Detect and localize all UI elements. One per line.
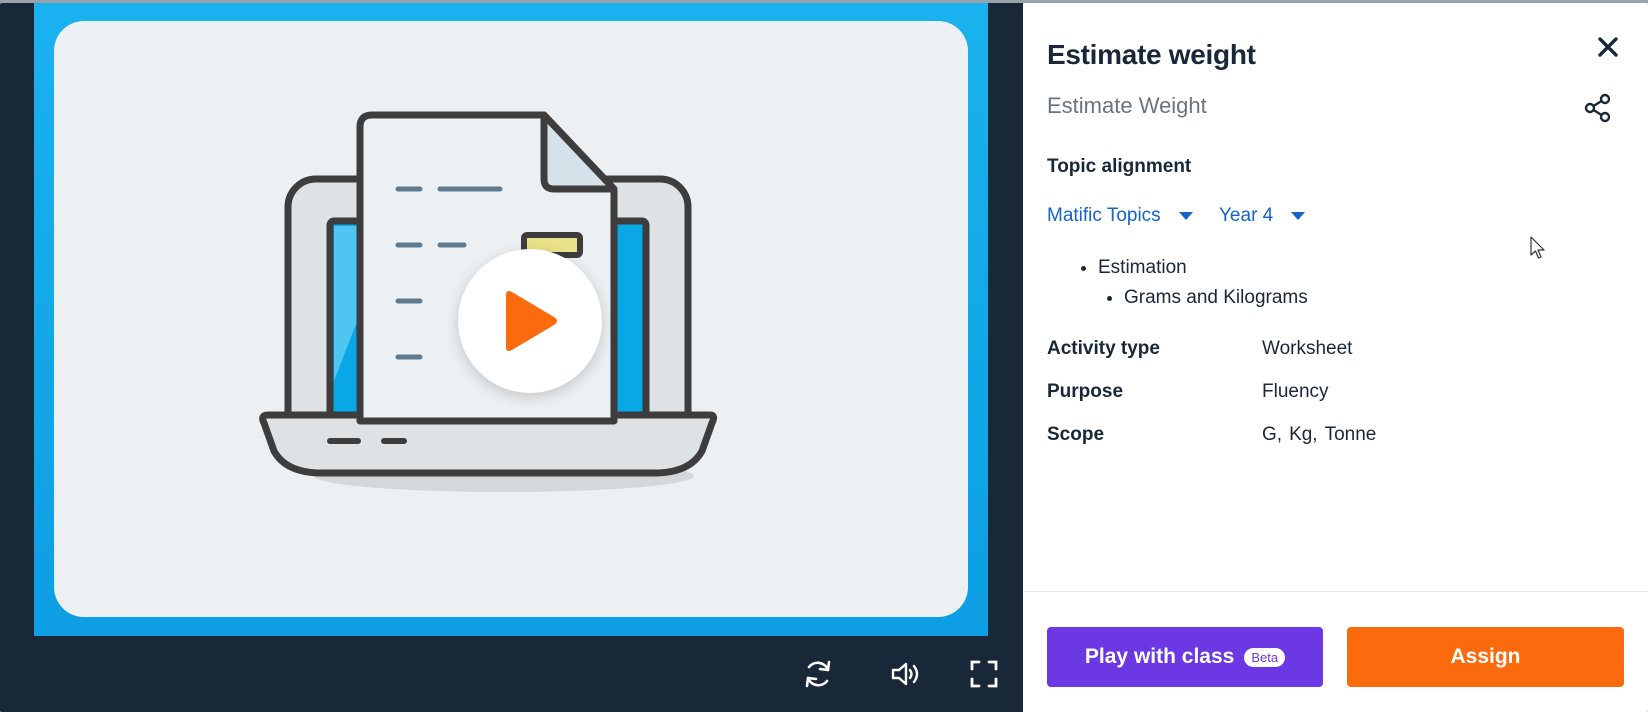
play-icon xyxy=(506,291,557,351)
curriculum-dropdown[interactable]: Matific Topics xyxy=(1047,201,1193,231)
activity-preview xyxy=(0,3,1023,712)
purpose-value: Fluency xyxy=(1262,381,1329,402)
fullscreen-icon xyxy=(970,660,998,688)
scope-label: Scope xyxy=(1047,424,1105,445)
bullet-icon xyxy=(1107,295,1112,301)
preview-stage xyxy=(34,3,988,636)
list-item: Grams and Kilograms xyxy=(1047,283,1308,313)
divider xyxy=(1023,591,1648,592)
preview-card xyxy=(54,21,968,617)
beta-badge: Beta xyxy=(1244,647,1286,667)
play-button[interactable] xyxy=(458,249,602,393)
close-icon xyxy=(1598,37,1618,57)
list-item: Estimation xyxy=(1047,253,1308,283)
activity-type-label: Activity type xyxy=(1047,338,1160,359)
play-with-class-label: Play with class xyxy=(1084,645,1235,668)
restart-button[interactable] xyxy=(800,656,836,692)
topic-list: Estimation Grams and Kilograms xyxy=(1047,253,1308,313)
purpose-row: Purpose Fluency xyxy=(1047,377,1329,407)
chevron-down-icon xyxy=(1178,212,1193,220)
scope-item: G, xyxy=(1262,424,1283,445)
year-dropdown-label: Year 4 xyxy=(1219,205,1274,226)
activity-type-value: Worksheet xyxy=(1262,338,1353,359)
assign-button[interactable]: Assign xyxy=(1347,627,1624,687)
year-dropdown[interactable]: Year 4 xyxy=(1219,201,1306,231)
play-with-class-button[interactable]: Play with class Beta xyxy=(1047,627,1323,687)
activity-details-panel: Estimate weight Estimate Weight Topic al… xyxy=(1023,3,1648,712)
bullet-icon xyxy=(1081,265,1086,271)
activity-subtitle: Estimate Weight xyxy=(1047,93,1207,118)
scope-value: G, Kg, Tonne xyxy=(1262,424,1376,446)
preview-controls xyxy=(0,636,1023,712)
fullscreen-button[interactable] xyxy=(966,656,1002,692)
chevron-down-icon xyxy=(1291,212,1306,220)
activity-title: Estimate weight xyxy=(1047,39,1256,70)
topic-alignment-heading: Topic alignment xyxy=(1047,156,1192,177)
restart-icon xyxy=(805,660,831,688)
scope-item: Kg, xyxy=(1289,424,1318,445)
close-button[interactable] xyxy=(1590,29,1626,65)
activity-modal: Estimate weight Estimate Weight Topic al… xyxy=(0,3,1648,712)
volume-icon xyxy=(891,662,919,686)
mouse-cursor-icon xyxy=(1530,236,1545,259)
activity-type-row: Activity type Worksheet xyxy=(1047,334,1352,364)
volume-button[interactable] xyxy=(887,656,923,692)
scope-item: Tonne xyxy=(1324,424,1377,445)
share-icon xyxy=(1584,93,1611,123)
scope-row: Scope G, Kg, Tonne xyxy=(1047,420,1376,450)
assign-label: Assign xyxy=(1450,645,1521,668)
curriculum-dropdown-label: Matific Topics xyxy=(1047,205,1161,226)
purpose-label: Purpose xyxy=(1047,381,1124,402)
share-button[interactable] xyxy=(1581,91,1615,125)
